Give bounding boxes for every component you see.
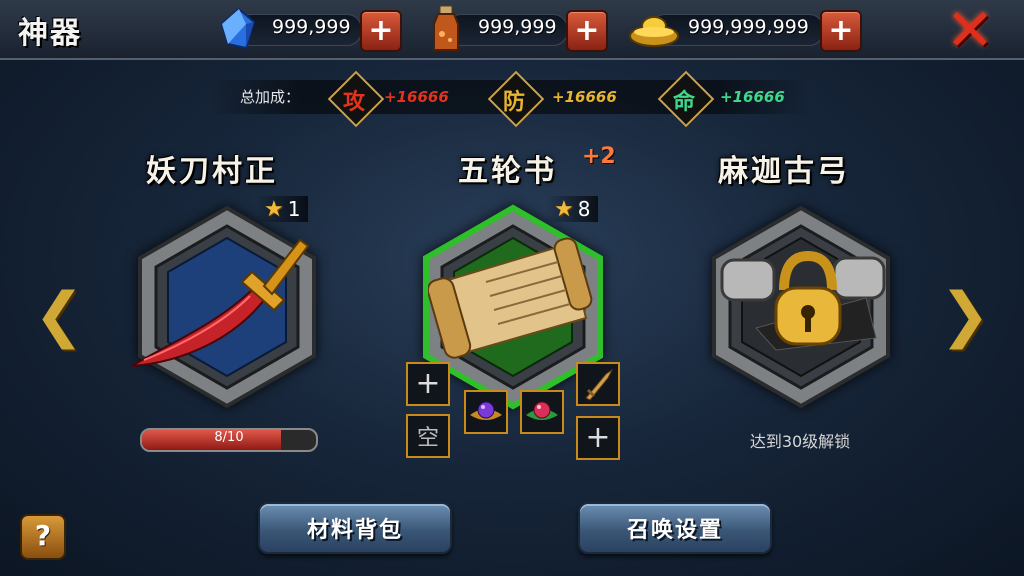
total-bonus-label: 总加成： bbox=[240, 88, 301, 106]
red-gem-icon bbox=[526, 401, 558, 420]
defense-glyph: 防 bbox=[502, 89, 525, 115]
attack-glyph: 攻 bbox=[342, 89, 365, 115]
item-name: 妖刀村正 bbox=[146, 154, 278, 189]
item-name: 麻迦古弓 bbox=[718, 154, 850, 189]
life-bonus-value: +16666 bbox=[720, 88, 785, 106]
prev-arrow-button[interactable]: ❮ bbox=[26, 282, 92, 348]
next-arrow-button[interactable]: ❯ bbox=[932, 282, 998, 348]
progress-text: 8/10 bbox=[214, 430, 244, 445]
gold-ingot-icon bbox=[629, 16, 679, 47]
add-crystal-button[interactable]: + bbox=[360, 10, 402, 52]
add-slot-button[interactable]: + bbox=[406, 362, 450, 406]
currency-value: 999,999 bbox=[272, 16, 351, 38]
life-glyph: 命 bbox=[672, 89, 695, 115]
defense-bonus-value: +16666 bbox=[552, 88, 617, 106]
unlock-requirement-text: 达到30级解锁 bbox=[749, 432, 851, 451]
empty-slot-label: 空 bbox=[416, 426, 439, 451]
blue-crystal-icon bbox=[220, 7, 256, 50]
scroll-icon bbox=[428, 237, 593, 359]
currency-value: 999,999,999 bbox=[688, 16, 809, 38]
help-button[interactable]: ? bbox=[20, 514, 66, 560]
empty-slot[interactable]: 空 bbox=[406, 414, 450, 458]
currency-value: 999,999 bbox=[478, 16, 557, 38]
gem-slot-purple[interactable] bbox=[464, 390, 508, 434]
gem-slot-red[interactable] bbox=[520, 390, 564, 434]
attack-bonus-value: +16666 bbox=[384, 88, 449, 106]
item-name: 五轮书 bbox=[458, 154, 557, 189]
add-gold-button[interactable]: + bbox=[820, 10, 862, 52]
red-blade-icon bbox=[131, 238, 310, 367]
potion-bottle-icon bbox=[433, 5, 459, 51]
add-potion-button[interactable]: + bbox=[566, 10, 608, 52]
chained-lock-icon bbox=[720, 250, 886, 351]
close-button[interactable]: ✕ bbox=[942, 1, 998, 59]
summon-settings-button[interactable]: 召唤设置 bbox=[578, 502, 772, 554]
material-bag-button[interactable]: 材料背包 bbox=[258, 502, 452, 554]
purple-gem-icon bbox=[470, 401, 502, 420]
page-title: 神器 bbox=[18, 16, 82, 51]
upgrade-level-badge: +2 bbox=[582, 144, 616, 169]
equipment-slot[interactable] bbox=[576, 362, 620, 406]
add-slot-button[interactable]: + bbox=[576, 416, 620, 460]
dagger-icon bbox=[585, 368, 614, 401]
